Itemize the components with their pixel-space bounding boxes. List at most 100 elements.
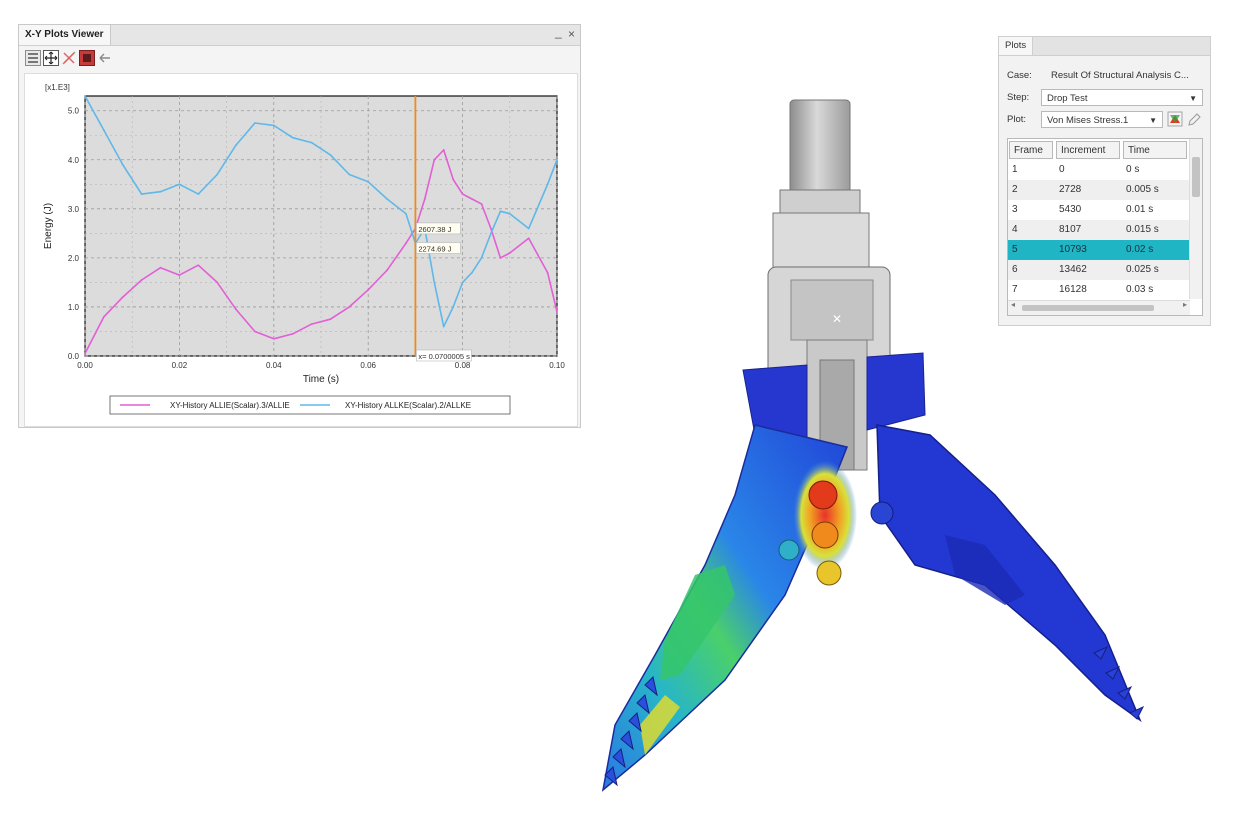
chevron-down-icon: ▼ [1189,94,1197,103]
step-select[interactable]: Drop Test ▼ [1041,89,1203,106]
series-2-point [527,227,530,230]
table-row[interactable]: 7 16128 0.03 s [1008,280,1190,300]
energy-history-chart: 0.0 1.0 2.0 3.0 4.0 5.0 0.00 0.02 0.04 0.06 0.08 0.… [43,83,565,415]
close-icon[interactable]: × [568,27,575,41]
plots-panel-header: Plots [999,37,1210,56]
table-row[interactable]: 2 2728 0.005 s [1008,180,1190,200]
table-row[interactable]: 4 8107 0.015 s [1008,220,1190,240]
plot-row: Plot: Von Mises Stress.1 ▼ [1007,111,1207,129]
series-1-point [197,264,200,267]
series-2-point [386,198,388,200]
series-1-point [461,193,464,196]
series-1-point [386,269,388,272]
plot-color-map-icon[interactable] [1167,111,1183,128]
x-axis-label: Time (s) [303,374,339,385]
series-2-point [452,306,455,308]
series-2-point [254,122,256,124]
table-row[interactable]: 5 10793 0.02 s [1008,240,1190,260]
right-jaw-arm [876,424,1142,723]
back-arrow-icon[interactable] [97,50,113,66]
series-2-point [178,183,181,186]
cell-time: 0.005 s [1126,184,1159,195]
column-header-increment[interactable]: Increment [1056,141,1120,159]
series-2-point [140,193,143,196]
plot-select-value: Von Mises Stress.1 [1047,115,1129,126]
edit-pencil-icon[interactable] [1187,112,1201,127]
series-1-point [84,352,86,355]
xy-plot-area: 0.0 1.0 2.0 3.0 4.0 5.0 0.00 0.02 0.04 0.06 0.08 0.… [24,73,578,427]
horizontal-scroll-thumb[interactable] [1022,305,1154,311]
series-2-point [102,129,105,132]
scale-label: [x1.E3] [45,83,70,92]
vertical-scroll-thumb[interactable] [1192,157,1200,197]
left-jaw-bolt [778,539,800,561]
cell-time: 0.015 s [1126,224,1159,235]
series-1-point [367,288,370,291]
column-header-time[interactable]: Time [1123,141,1187,159]
tab-plots[interactable]: Plots [999,37,1034,55]
step-row: Step: Drop Test ▼ [1007,89,1207,107]
series-2-point [291,136,294,139]
series-2-point [405,212,407,215]
step-label: Step: [1007,92,1030,103]
vertical-scrollbar[interactable] [1189,139,1202,299]
housing-top-cylinder [789,99,851,196]
clamp-block-left [742,364,808,441]
series-1-point [329,318,332,321]
series-1-point [423,198,426,200]
table-row[interactable]: 6 13462 0.025 s [1008,260,1190,280]
series-2-point [508,212,511,215]
table-row[interactable]: 1 0 0 s [1008,160,1190,180]
cell-increment: 13462 [1059,264,1087,275]
series-2-point [367,180,370,183]
minimize-button[interactable]: _ [555,25,562,39]
plot-select[interactable]: Von Mises Stress.1 ▼ [1041,111,1163,128]
scroll-right-icon[interactable]: ▸ [1183,300,1187,309]
series-2-point [329,153,332,156]
series-1-point [291,333,294,335]
series-1-point [442,149,445,151]
fit-all-icon[interactable] [43,50,59,66]
cell-frame: 2 [1012,184,1018,195]
case-row: Case: Result Of Structural Analysis C... [1007,67,1207,85]
x-tick-label: 0.10 [549,361,565,370]
cell-time: 0.03 s [1126,284,1154,295]
cell-time: 0.025 s [1126,264,1159,275]
series-2-point [159,190,162,193]
step-select-value: Drop Test [1047,93,1088,104]
cell-frame: 4 [1012,224,1018,235]
horizontal-scrollbar[interactable]: ◂ ▸ [1008,300,1190,315]
case-value: Result Of Structural Analysis C... [1051,70,1189,81]
delete-curve-icon[interactable] [61,50,77,66]
series-2-point [121,163,124,166]
x-tick-label: 0.02 [172,361,188,370]
pivot-pin-upper [808,480,838,510]
frames-table: Frame Increment Time 1 0 0 s 2 2728 0.005 s 3 5… [1007,138,1203,316]
series-2-point [480,256,483,259]
pivot-pin-middle [811,521,839,549]
cell-increment: 16128 [1059,284,1087,295]
x-tick-label: 0.04 [266,361,282,370]
y-tick-label: 0.0 [68,352,80,361]
xy-plots-viewer-window: X-Y Plots Viewer _ × 0.0 1.0 2.0 3.0 4.0 5.0 0… [18,24,581,428]
y-tick-label: 2.0 [68,254,80,263]
y-tick-label: 5.0 [68,107,80,116]
series-1-point [499,256,502,259]
xy-viewer-titlebar: X-Y Plots Viewer _ × [19,25,580,46]
right-jaw-bolt [870,501,894,525]
series-2-point [433,281,436,284]
series-1-point [102,315,105,318]
legend-label-allie: XY-History ALLIE(Scalar).3/ALLIE [170,401,290,410]
remove-icon[interactable] [79,50,95,66]
series-2-point [442,325,445,328]
xy-viewer-tab[interactable]: X-Y Plots Viewer [19,25,111,45]
curve-value-label: 2607.38 J [418,225,451,234]
scroll-left-icon[interactable]: ◂ [1011,300,1015,309]
y-tick-label: 1.0 [68,303,80,312]
series-2-point [197,193,200,196]
legend-icon[interactable] [25,50,41,66]
series-2-point [461,281,464,284]
series-1-point [178,274,181,276]
table-row[interactable]: 3 5430 0.01 s [1008,200,1190,220]
column-header-frame[interactable]: Frame [1009,141,1053,159]
